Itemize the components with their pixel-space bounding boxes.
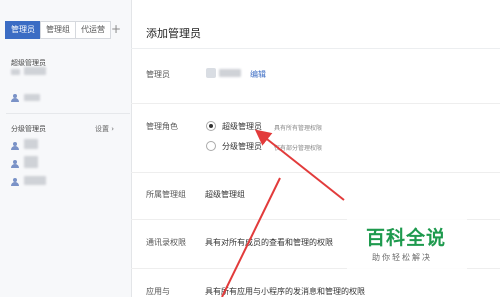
arrow-line (221, 177, 281, 297)
arrow-to-super-admin (254, 129, 345, 201)
watermark-slogan: 助你轻松解决 (372, 253, 432, 262)
watermark-logo: 百科全说 (366, 227, 447, 249)
